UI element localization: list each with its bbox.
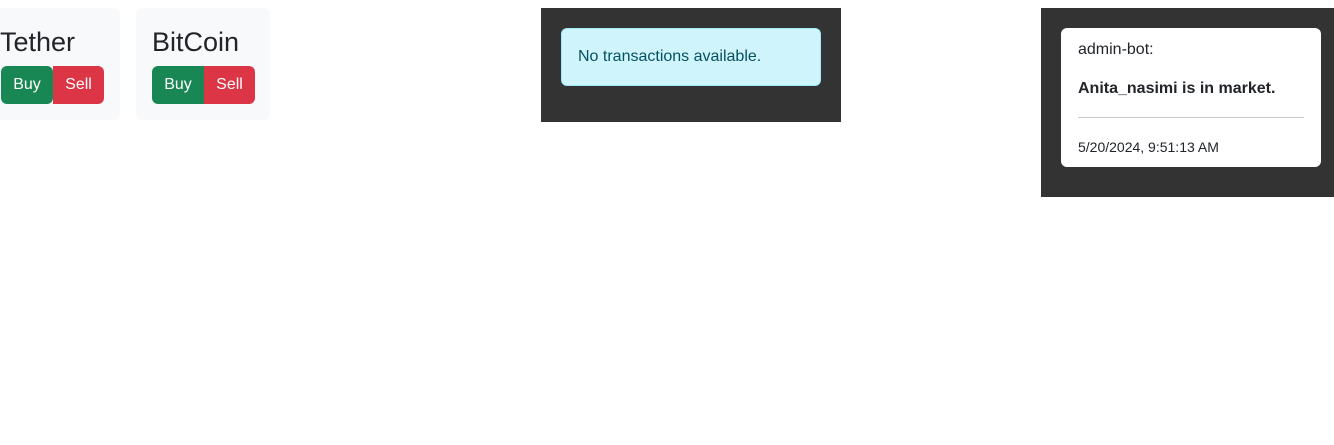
sell-button[interactable]: Sell — [53, 66, 104, 104]
chat-panel: admin-bot: Anita_nasimi is in market. 5/… — [1041, 8, 1334, 197]
buy-button[interactable]: Buy — [152, 66, 204, 104]
coin-card-tether: Tether Buy Sell — [0, 8, 120, 120]
page: Tether Buy Sell BitCoin Buy Sell No tran… — [0, 0, 1334, 445]
no-transactions-alert: No transactions available. — [561, 28, 821, 86]
coin-name: Tether — [0, 27, 76, 57]
chat-timestamp: 5/20/2024, 9:51:13 AM — [1078, 139, 1219, 155]
coin-name: BitCoin — [152, 27, 240, 57]
chat-divider — [1078, 117, 1304, 118]
trade-button-group: Buy Sell — [152, 66, 255, 104]
chat-sender: admin-bot: — [1078, 41, 1154, 58]
sell-button[interactable]: Sell — [204, 66, 255, 104]
chat-message-card: admin-bot: Anita_nasimi is in market. 5/… — [1061, 28, 1321, 167]
chat-message-text: Anita_nasimi is in market. — [1078, 80, 1276, 97]
buy-button[interactable]: Buy — [1, 66, 53, 104]
trade-button-group: Buy Sell — [1, 66, 104, 104]
transactions-panel: No transactions available. — [541, 8, 841, 122]
coin-card-bitcoin: BitCoin Buy Sell — [136, 8, 270, 120]
